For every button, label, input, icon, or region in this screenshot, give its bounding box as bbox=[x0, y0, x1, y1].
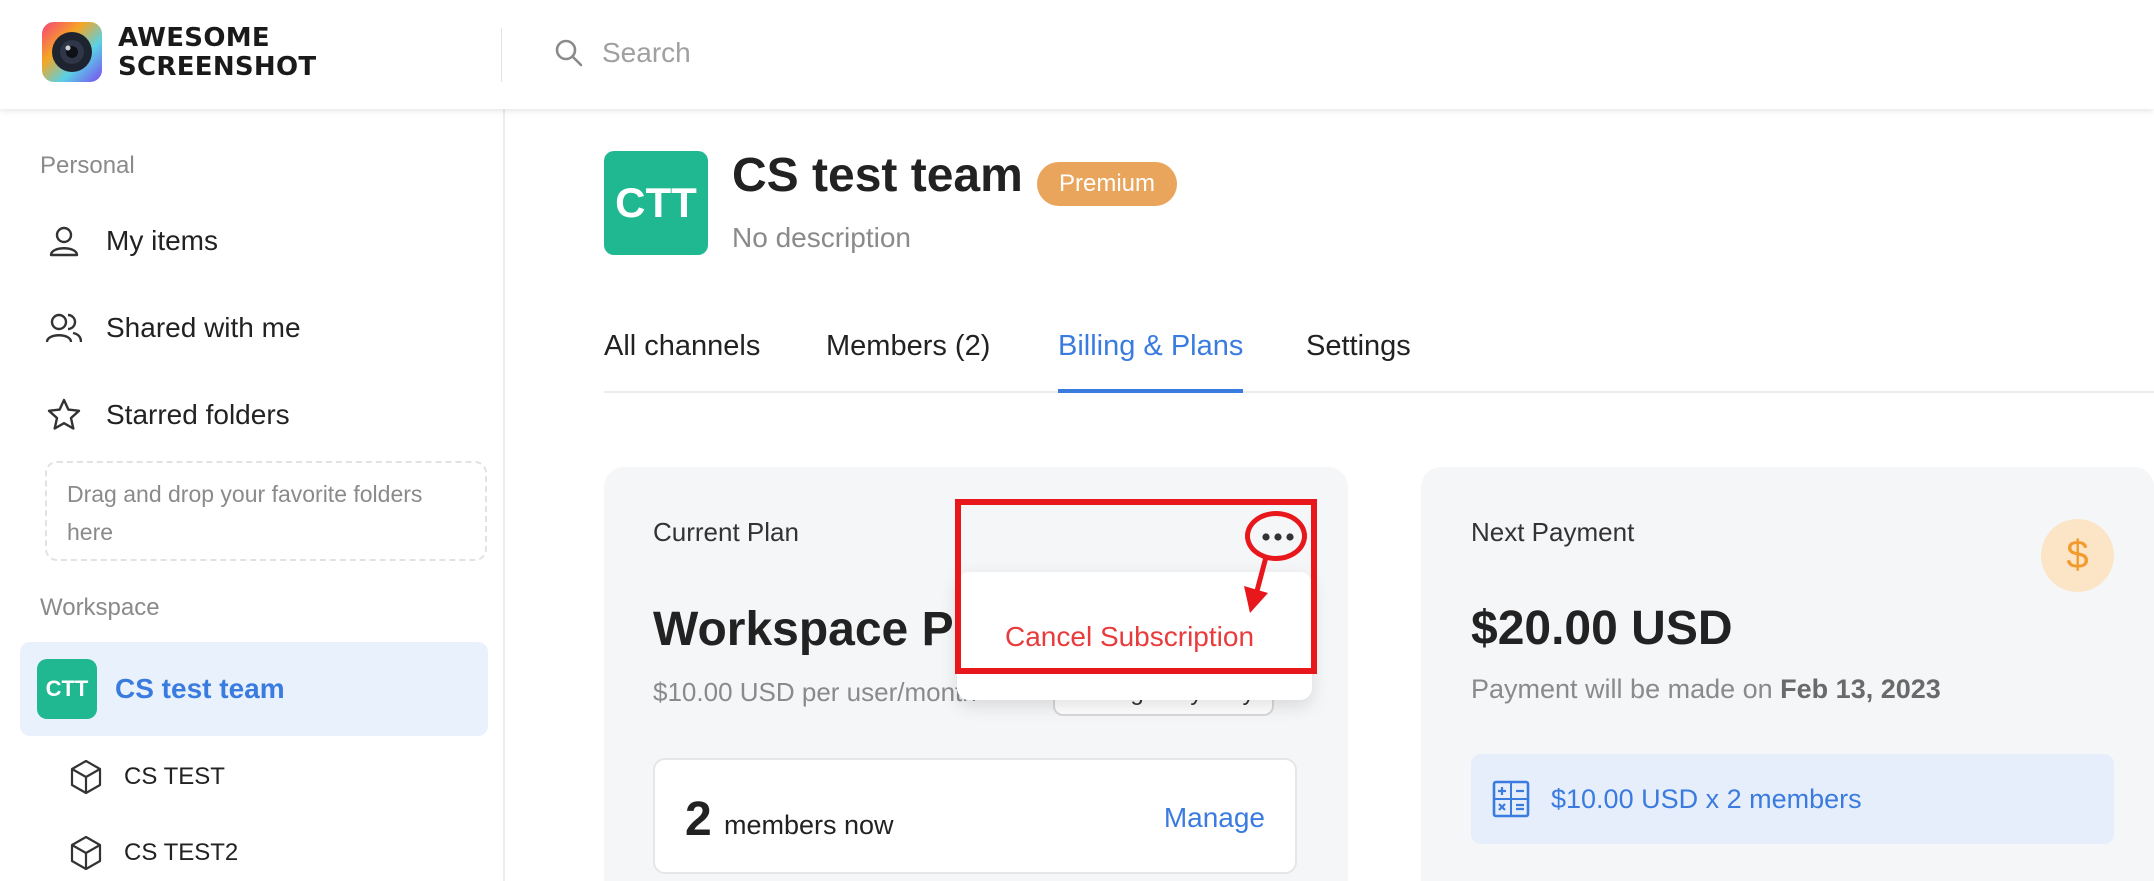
payment-amount: $20.00 USD bbox=[1471, 602, 1733, 655]
tab-members[interactable]: Members (2) bbox=[826, 330, 990, 389]
payment-date: Feb 13, 2023 bbox=[1780, 674, 1941, 704]
cancel-subscription-menu-item[interactable]: Cancel Subscription bbox=[1005, 621, 1254, 653]
brand-name-line1: AWESOME bbox=[118, 23, 270, 53]
sidebar-item-starred-folders[interactable]: Starred folders bbox=[20, 379, 488, 451]
members-count: 2 bbox=[685, 793, 712, 846]
brand-name: AWESOME SCREENSHOT bbox=[118, 24, 316, 82]
sidebar-team-name: CS test team bbox=[115, 673, 285, 704]
sidebar-channel-cs-test2[interactable]: CS TEST2 bbox=[66, 828, 238, 878]
team-avatar: CTT bbox=[37, 659, 97, 719]
channel-label: CS TEST bbox=[124, 763, 225, 790]
payment-note-prefix: Payment will be made on bbox=[1471, 674, 1773, 704]
channel-label: CS TEST2 bbox=[124, 839, 239, 866]
more-horizontal-icon bbox=[1262, 533, 1294, 541]
members-summary: 2 members now Manage bbox=[653, 758, 1297, 874]
app-logo-icon[interactable] bbox=[42, 22, 102, 82]
search-input[interactable] bbox=[602, 30, 1202, 76]
plan-price: $10.00 USD per user/month bbox=[653, 677, 977, 707]
sidebar-heading-workspace: Workspace bbox=[40, 594, 160, 621]
cube-icon bbox=[66, 833, 106, 873]
tab-settings[interactable]: Settings bbox=[1306, 330, 1411, 389]
plan-name: Workspace Pr bbox=[653, 603, 973, 656]
sidebar-item-team[interactable]: CTT CS test team bbox=[20, 642, 488, 736]
top-bar: AWESOME SCREENSHOT bbox=[0, 0, 2154, 109]
payment-breakdown-text: $10.00 USD x 2 members bbox=[1551, 783, 1862, 814]
user-icon bbox=[44, 221, 84, 261]
next-payment-card: Next Payment $ $20.00 USD Payment will b… bbox=[1421, 467, 2154, 881]
plan-options-menu: Cancel Subscription bbox=[957, 572, 1312, 700]
sidebar-item-shared-with-me[interactable]: Shared with me bbox=[20, 292, 488, 364]
members-text: members now bbox=[724, 810, 894, 840]
current-plan-label: Current Plan bbox=[653, 517, 799, 547]
favorite-folders-dropzone[interactable]: Drag and drop your favorite folders here bbox=[45, 461, 487, 561]
sidebar-item-label: Shared with me bbox=[106, 312, 301, 343]
cube-icon bbox=[66, 757, 106, 797]
team-description: No description bbox=[732, 222, 911, 253]
sidebar: Personal My items Shared with me Starred… bbox=[0, 109, 505, 881]
payment-note: Payment will be made on Feb 13, 2023 bbox=[1471, 674, 1941, 705]
more-options-button[interactable] bbox=[1251, 515, 1305, 559]
brand-name-line2: SCREENSHOT bbox=[118, 52, 317, 82]
dollar-icon: $ bbox=[2041, 519, 2114, 592]
top-divider bbox=[501, 28, 502, 82]
next-payment-label: Next Payment bbox=[1471, 517, 1635, 547]
premium-badge: Premium bbox=[1037, 162, 1178, 206]
star-icon bbox=[44, 395, 84, 435]
search-icon bbox=[553, 37, 585, 69]
tab-bar: All channels Members (2) Billing & Plans… bbox=[604, 320, 2154, 393]
tab-billing-plans[interactable]: Billing & Plans bbox=[1058, 330, 1244, 393]
calculator-icon bbox=[1491, 779, 1531, 819]
sidebar-item-my-items[interactable]: My items bbox=[20, 205, 488, 277]
manage-members-link[interactable]: Manage bbox=[1164, 802, 1265, 834]
payment-breakdown: $10.00 USD x 2 members bbox=[1471, 754, 2114, 844]
sidebar-heading-personal: Personal bbox=[40, 152, 135, 179]
tab-all-channels[interactable]: All channels bbox=[604, 330, 760, 389]
sidebar-item-label: My items bbox=[106, 225, 218, 256]
sidebar-item-label: Starred folders bbox=[106, 399, 290, 430]
users-icon bbox=[44, 308, 84, 348]
sidebar-channel-cs-test[interactable]: CS TEST bbox=[66, 752, 225, 802]
page-title: CS test team bbox=[732, 149, 1023, 202]
team-avatar-large: CTT bbox=[604, 151, 708, 255]
